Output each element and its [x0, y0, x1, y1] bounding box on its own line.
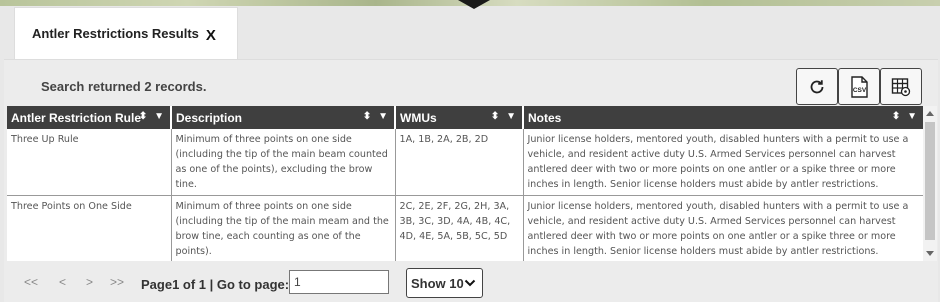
cell-description: Minimum of three points on one side (inc…: [171, 195, 396, 261]
first-page-button[interactable]: <<: [24, 275, 38, 289]
refresh-button[interactable]: [796, 68, 838, 105]
sort-icon[interactable]: ⬍: [892, 111, 902, 122]
cell-notes: Junior license holders, mentored youth, …: [523, 195, 923, 261]
column-header-notes[interactable]: Notes ⬍ ▼: [523, 106, 923, 129]
table-row[interactable]: Three Points on One Side Minimum of thre…: [7, 195, 923, 261]
scrollbar-thumb[interactable]: [925, 122, 935, 240]
column-header-description[interactable]: Description ⬍ ▼: [171, 106, 396, 129]
page-size-select[interactable]: Show 10: [406, 268, 483, 298]
column-header-label: Description: [176, 110, 243, 125]
scroll-down-arrow-icon[interactable]: [926, 251, 934, 256]
cell-rule: Three Up Rule: [7, 129, 172, 196]
pagination-bar: << < > >> Page1 of 1 | Go to page: Show …: [4, 266, 938, 298]
table-row[interactable]: Three Up Rule Minimum of three points on…: [7, 129, 923, 196]
column-header-wmus[interactable]: WMUs ⬍ ▼: [395, 106, 524, 129]
page-size-label: Show 10: [411, 275, 464, 291]
sort-icon[interactable]: ⬍: [491, 111, 501, 122]
csv-export-icon: CSV: [851, 75, 868, 98]
refresh-icon: [810, 79, 824, 93]
column-header-label: WMUs: [400, 110, 437, 125]
records-count: Search returned 2 records.: [41, 79, 207, 94]
csv-export-button[interactable]: CSV: [838, 68, 880, 105]
cell-rule: Three Points on One Side: [7, 195, 172, 261]
filter-icon[interactable]: ▼: [907, 111, 919, 122]
filter-icon[interactable]: ▼: [378, 111, 390, 122]
column-header-label: Antler Restriction Rule: [11, 110, 142, 125]
chevron-down-icon: [464, 279, 476, 287]
go-to-page-input[interactable]: [289, 270, 389, 294]
tab-label: Antler Restrictions Results: [32, 26, 199, 41]
table-settings-button[interactable]: [880, 68, 922, 105]
panel-toggle-pointer[interactable]: [458, 0, 490, 9]
column-header-rule[interactable]: Antler Restriction Rule ⬍ ▼: [7, 106, 172, 129]
results-table: Antler Restriction Rule ⬍ ▼ Description …: [7, 106, 923, 261]
tab-antler-restrictions-results[interactable]: Antler Restrictions Results X: [14, 7, 238, 59]
cell-description: Minimum of three points on one side (inc…: [171, 129, 396, 196]
table-settings-icon: [891, 77, 911, 96]
filter-icon[interactable]: ▼: [154, 111, 166, 122]
table-scrollbar[interactable]: [923, 106, 937, 261]
table-header-row: Antler Restriction Rule ⬍ ▼ Description …: [7, 106, 923, 129]
sort-icon[interactable]: ⬍: [139, 111, 149, 122]
previous-page-button[interactable]: <: [59, 275, 66, 289]
cell-wmus: 2C, 2E, 2F, 2G, 2H, 3A, 3B, 3C, 3D, 4A, …: [395, 195, 524, 261]
cell-wmus: 1A, 1B, 2A, 2B, 2D: [395, 129, 524, 196]
scroll-up-arrow-icon[interactable]: [926, 111, 934, 116]
cell-notes: Junior license holders, mentored youth, …: [523, 129, 923, 196]
filter-icon[interactable]: ▼: [506, 111, 518, 122]
column-header-label: Notes: [528, 110, 562, 125]
next-page-button[interactable]: >: [86, 275, 93, 289]
close-icon[interactable]: X: [206, 27, 216, 44]
csv-label: CSV: [853, 87, 867, 94]
results-panel: Search returned 2 records. CSV Antler Re…: [4, 59, 938, 302]
last-page-button[interactable]: >>: [110, 275, 124, 289]
sort-icon[interactable]: ⬍: [363, 111, 373, 122]
page-indicator: Page1 of 1 | Go to page:: [141, 277, 290, 292]
